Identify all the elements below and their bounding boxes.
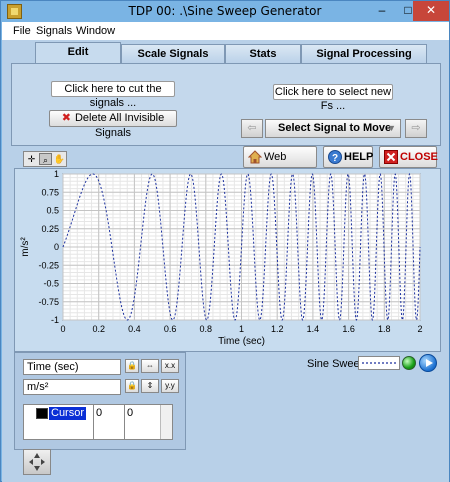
x-format-icon[interactable]: x.x — [161, 359, 179, 373]
home-icon — [248, 150, 262, 164]
signal-move-group: ⇦ Select Signal to Move ... ▼ ⇨ — [241, 119, 427, 151]
chevron-down-icon: ▼ — [387, 123, 396, 133]
cut-signals-button[interactable]: Click here to cut the signals ... — [51, 81, 175, 109]
x-tick-label: 1.2 — [271, 324, 284, 334]
help-label: HELP — [344, 151, 374, 163]
select-signal-dropdown[interactable]: Select Signal to Move ... ▼ — [265, 119, 401, 151]
select-fs-button[interactable]: Click here to select new Fs ... — [273, 84, 393, 112]
tab-signal-processing[interactable]: Signal Processing — [301, 44, 427, 64]
menu-signals[interactable]: Signals — [36, 25, 72, 37]
cursor-move-pad[interactable] — [23, 449, 51, 475]
cursor-tool-icon[interactable]: ✛ — [25, 153, 38, 165]
help-question-icon: ? — [328, 150, 342, 164]
y-axis-title: m/s² — [20, 237, 31, 257]
graph-palette: ✛ ⌕ ✋ — [23, 151, 67, 167]
move-left-arrow-icon[interactable]: ⇦ — [241, 119, 263, 138]
y-tick-label: 0.25 — [41, 224, 59, 234]
cursor-scrollbar[interactable] — [160, 405, 172, 439]
cursor-swatch — [36, 408, 48, 419]
move-right-arrow-icon[interactable]: ⇨ — [405, 119, 427, 138]
help-button[interactable]: ? HELP — [323, 146, 373, 168]
close-label: CLOSE — [400, 151, 438, 163]
close-x-icon — [384, 150, 398, 164]
web-home-button[interactable]: Web Home — [243, 146, 317, 183]
delete-x-icon: ✖ — [61, 112, 71, 124]
tab-scale-signals[interactable]: Scale Signals — [121, 44, 225, 64]
menu-window[interactable]: Window — [76, 25, 115, 37]
y-format-icon[interactable]: y.y — [161, 379, 179, 393]
y-lock-icon[interactable]: 🔒 — [125, 379, 139, 393]
x-axis-title: Time (sec) — [218, 336, 265, 347]
diamond-arrows-icon — [29, 453, 45, 471]
x-tick-label: 0 — [60, 324, 65, 334]
minimize-button[interactable]: – — [369, 1, 395, 21]
pan-hand-icon[interactable]: ✋ — [53, 153, 66, 165]
y-tick-label: 0 — [54, 242, 59, 252]
y-tick-label: 0.5 — [46, 206, 59, 216]
x-tick-label: 1.8 — [378, 324, 391, 334]
close-button[interactable]: CLOSE — [379, 146, 438, 168]
sine-sweep-chart[interactable]: 0 0.2 0.4 0.6 0.8 1 1.2 1.4 1.6 1.8 2 1 0.75 0.5 0.25 0… — [14, 168, 441, 352]
tab-strip: Edit Scale Signals Stats Signal Processi… — [11, 42, 441, 64]
cursor-y-value: 0 — [127, 407, 134, 419]
cursor-row[interactable]: Cursor — [36, 407, 96, 420]
title-bar[interactable]: TDP 00: .\Sine Sweep Generator – □ ✕ — [1, 1, 449, 22]
x-tick-label: 0.8 — [200, 324, 213, 334]
tab-edit[interactable]: Edit — [35, 42, 121, 64]
x-tick-label: 0.4 — [128, 324, 141, 334]
y-tick-label: 0.75 — [41, 187, 59, 197]
y-tick-label: -0.25 — [38, 260, 59, 270]
legend-swatch[interactable] — [358, 356, 400, 370]
zoom-tool-icon[interactable]: ⌕ — [39, 153, 52, 165]
delete-invisible-signals-button[interactable]: ✖ Delete All Invisible Signals — [49, 110, 177, 139]
y-tick-label: 1 — [54, 169, 59, 179]
x-tick-label: 0.6 — [164, 324, 177, 334]
y-tick-label: -1 — [51, 315, 59, 325]
y-autoscale-icon[interactable]: ⇕ — [141, 379, 159, 393]
run-play-icon[interactable] — [419, 354, 437, 372]
x-tick-label: 1 — [239, 324, 244, 334]
x-lock-icon[interactable]: 🔒 — [125, 359, 139, 373]
x-axis-name-field[interactable]: Time (sec) — [23, 359, 121, 375]
legend-line-icon — [362, 362, 396, 364]
legend-label: Sine Sweep — [307, 358, 366, 370]
svg-text:?: ? — [332, 153, 338, 164]
divider — [124, 405, 125, 439]
close-window-button[interactable]: ✕ — [413, 1, 449, 21]
y-axis-name-field[interactable]: m/s² — [23, 379, 121, 395]
cursor-x-value: 0 — [96, 407, 103, 419]
x-tick-label: 0.2 — [92, 324, 105, 334]
x-autoscale-icon[interactable]: ⇔ — [141, 359, 159, 373]
cursor-name[interactable]: Cursor — [49, 407, 87, 420]
app-window: TDP 00: .\Sine Sweep Generator – □ ✕ Fil… — [0, 0, 450, 482]
y-tick-label: -0.75 — [38, 297, 59, 307]
x-tick-label: 2 — [417, 324, 422, 334]
x-tick-label: 1.6 — [342, 324, 355, 334]
y-tick-label: -0.5 — [43, 279, 59, 289]
status-led-icon — [402, 356, 416, 370]
tab-stats[interactable]: Stats — [225, 44, 301, 64]
x-tick-label: 1.4 — [307, 324, 320, 334]
menu-file[interactable]: File — [13, 25, 31, 37]
cursor-table: Cursor 0 0 — [23, 404, 173, 440]
menu-bar: File Signals Window — [2, 22, 449, 40]
divider — [93, 405, 94, 439]
